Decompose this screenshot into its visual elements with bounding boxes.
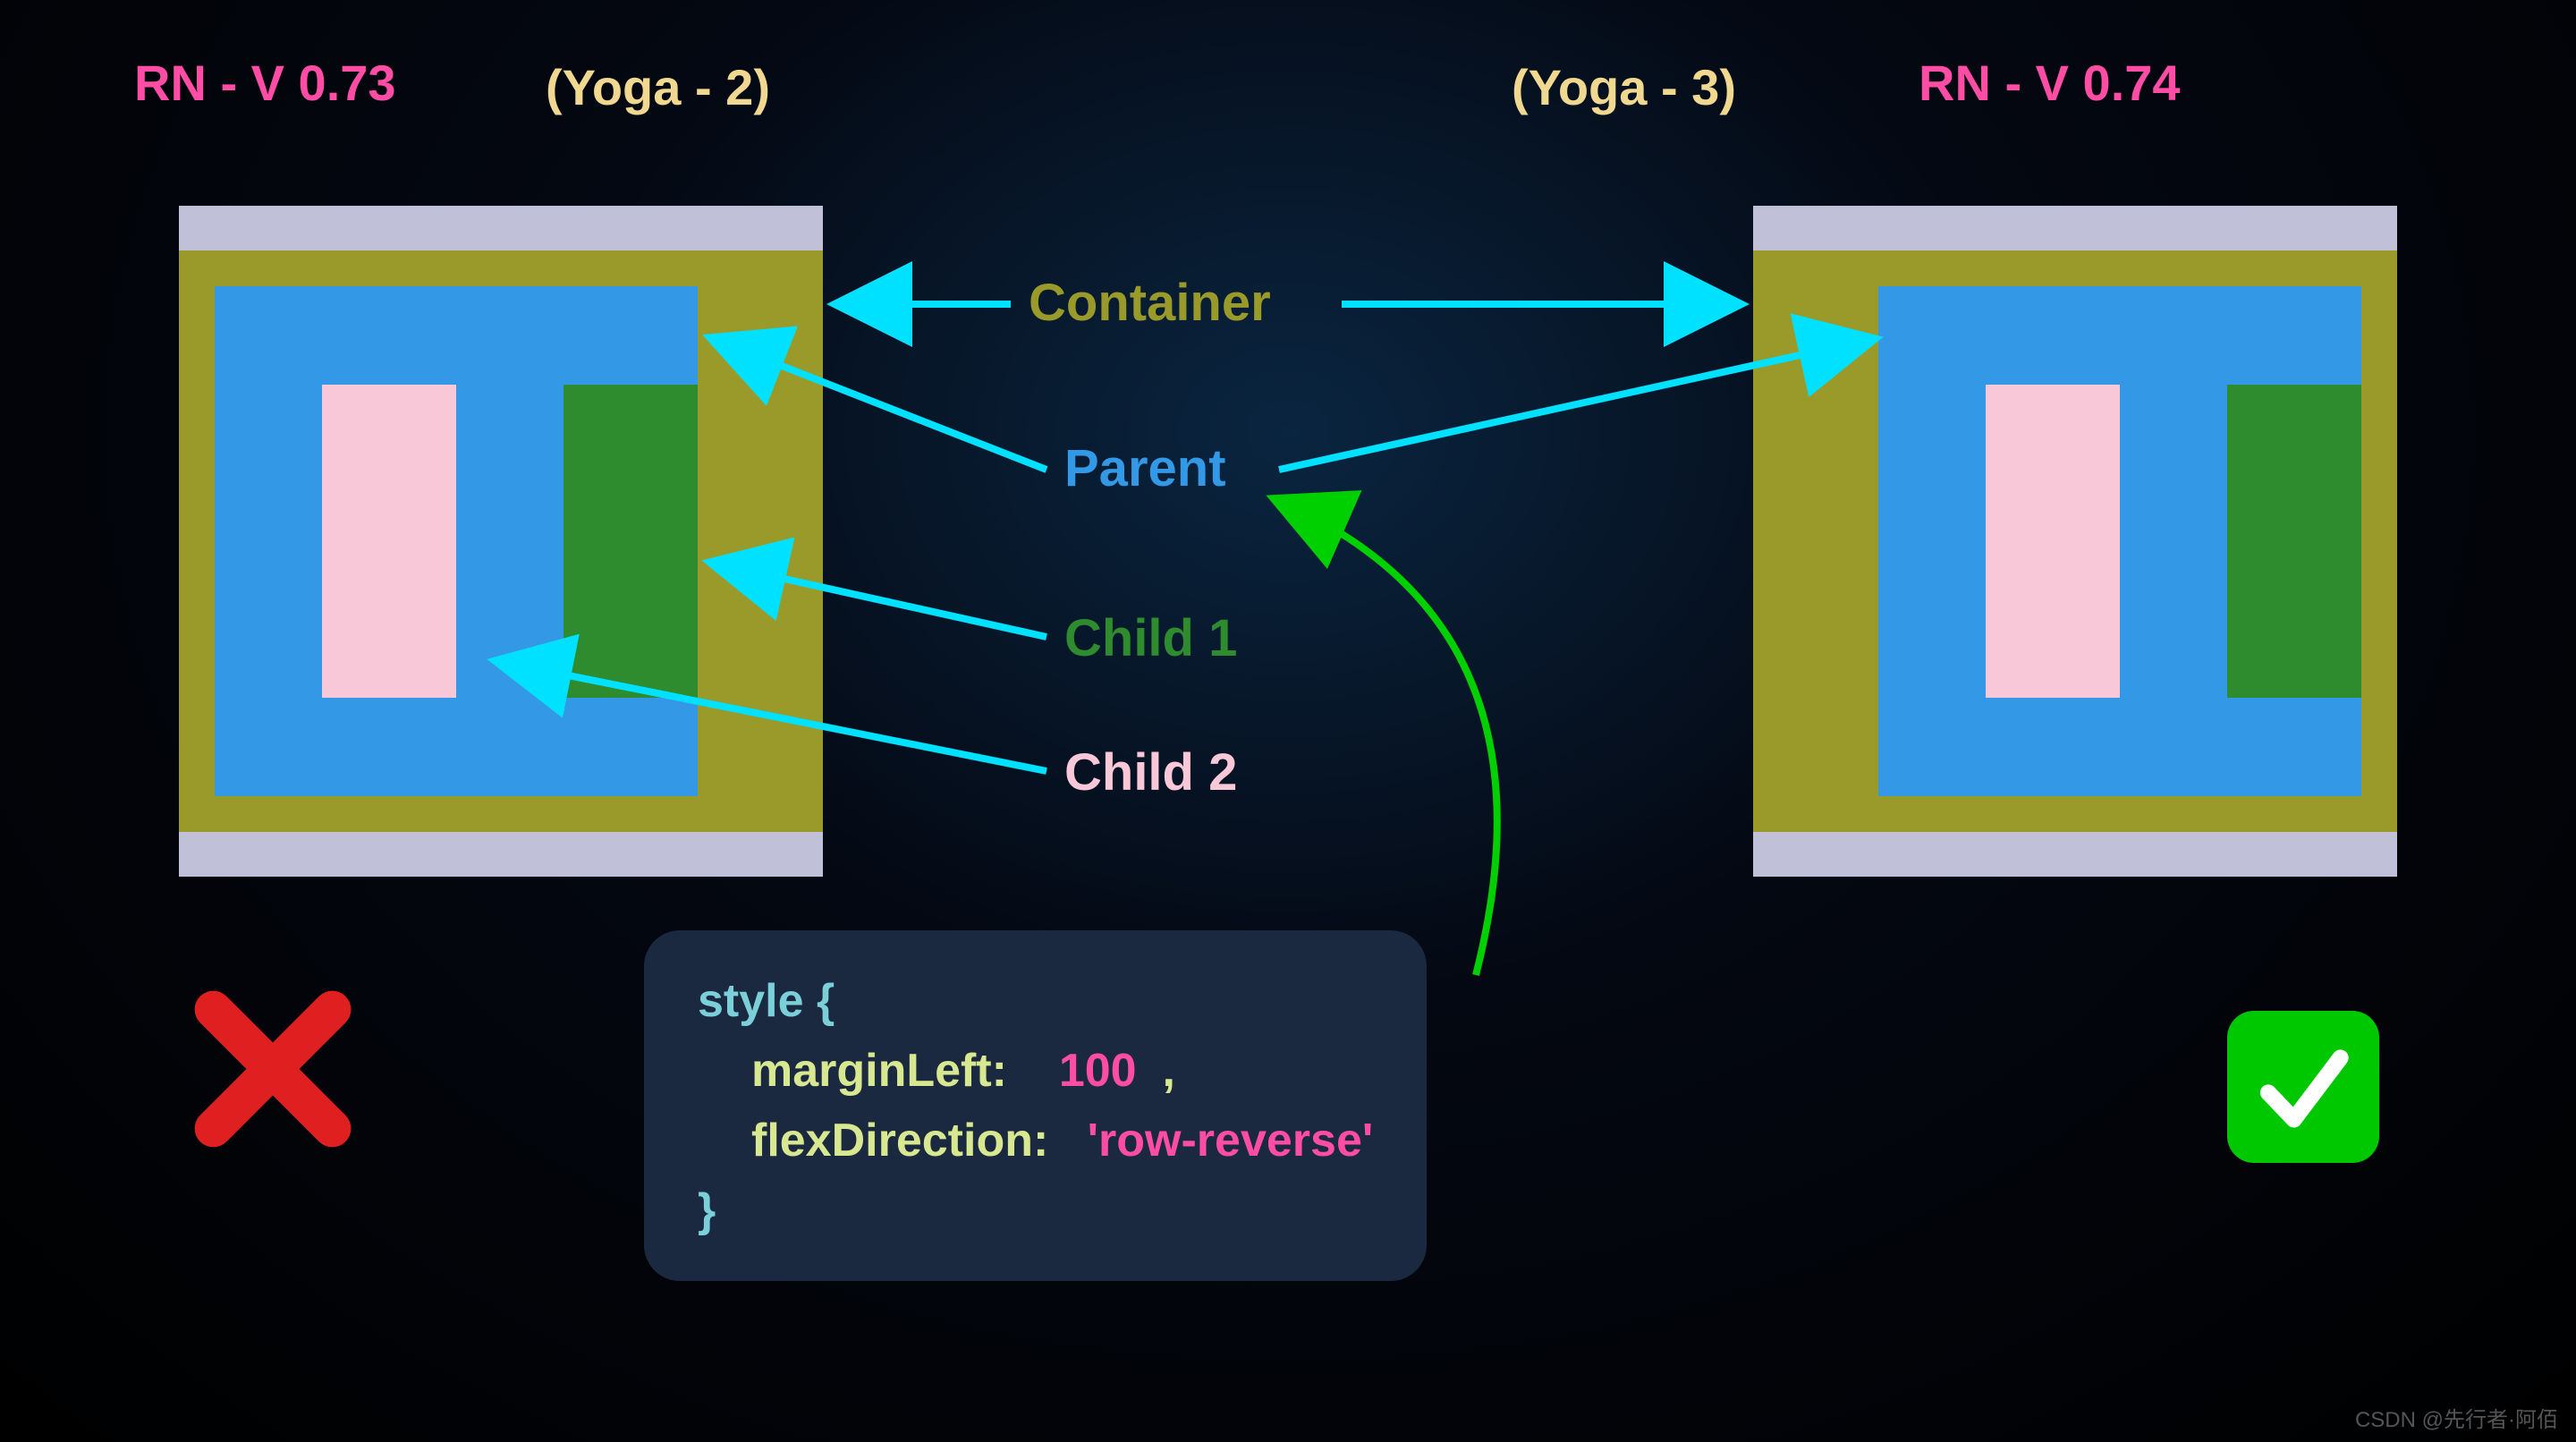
- cross-icon: [188, 984, 358, 1187]
- label-parent: Parent: [1064, 438, 1226, 498]
- watermark: CSDN @先行者·阿佰: [2355, 1402, 2558, 1433]
- left-parent-box: [215, 286, 698, 796]
- code-style-close: }: [698, 1184, 716, 1236]
- code-marginleft-key: marginLeft:: [751, 1045, 1007, 1097]
- code-comma: ,: [1162, 1045, 1174, 1097]
- label-child2: Child 2: [1064, 742, 1237, 802]
- left-olive-box: [179, 250, 823, 832]
- code-block: style { marginLeft: 100 , flexDirection:…: [644, 930, 1427, 1281]
- code-flexdir-key: flexDirection:: [751, 1115, 1048, 1166]
- code-style-open: style {: [698, 975, 835, 1027]
- label-container: Container: [1029, 273, 1271, 333]
- right-yoga-version: (Yoga - 3): [1512, 58, 1736, 116]
- right-rn-version: RN - V 0.74: [1919, 54, 2181, 112]
- left-rn-version: RN - V 0.73: [134, 54, 396, 112]
- label-child1: Child 1: [1064, 608, 1237, 668]
- right-child1-green: [2227, 385, 2361, 698]
- right-container: [1753, 206, 2397, 877]
- left-container: [179, 206, 823, 877]
- code-flexdir-val: 'row-reverse': [1088, 1115, 1374, 1166]
- right-child2-pink: [1986, 385, 2120, 698]
- right-parent-box: [1878, 286, 2361, 796]
- right-olive-box: [1753, 250, 2397, 832]
- left-yoga-version: (Yoga - 2): [546, 58, 770, 116]
- code-marginleft-val: 100: [1059, 1045, 1137, 1097]
- left-child1-green: [564, 385, 698, 698]
- check-icon: [2227, 1011, 2379, 1163]
- left-child2-pink: [322, 385, 456, 698]
